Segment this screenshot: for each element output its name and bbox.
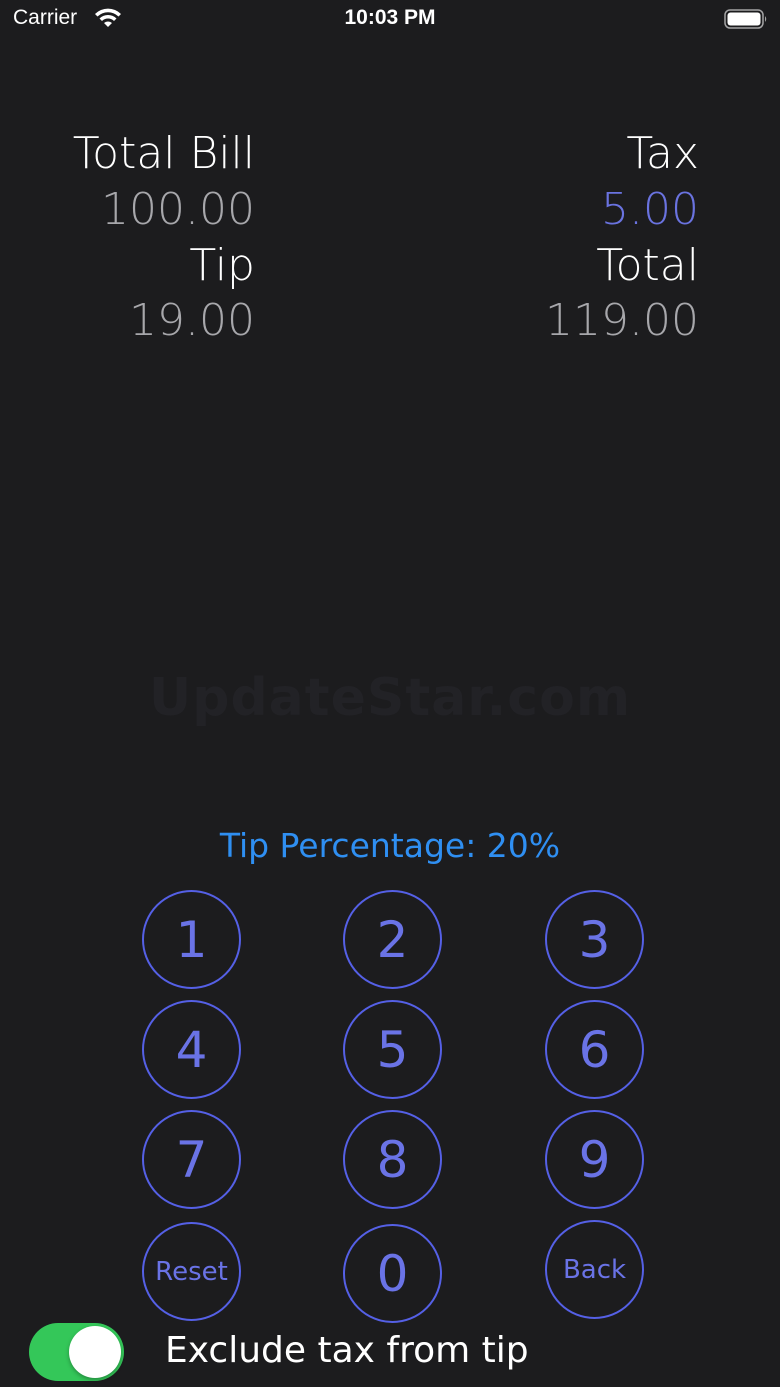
key-0[interactable]: 0 (343, 1224, 442, 1323)
tip-label: Tip (189, 240, 255, 291)
key-8[interactable]: 8 (343, 1110, 442, 1209)
key-6[interactable]: 6 (545, 1000, 644, 1099)
exclude-tax-toggle[interactable] (29, 1323, 124, 1381)
tip-value: 19.00 (129, 295, 255, 346)
status-bar: Carrier 10:03 PM (0, 0, 780, 40)
total-label: Total (596, 240, 699, 291)
total-bill-value[interactable]: 100.00 (101, 184, 255, 235)
key-1[interactable]: 1 (142, 890, 241, 989)
watermark: UpdateStar.com (149, 668, 631, 728)
toggle-knob (69, 1326, 121, 1378)
exclude-tax-label: Exclude tax from tip (165, 1330, 529, 1371)
tax-label: Tax (626, 128, 699, 179)
clock: 10:03 PM (344, 6, 436, 29)
total-value: 119.00 (545, 295, 699, 346)
key-2[interactable]: 2 (343, 890, 442, 989)
battery-icon (724, 9, 767, 29)
key-4[interactable]: 4 (142, 1000, 241, 1099)
key-9[interactable]: 9 (545, 1110, 644, 1209)
back-button[interactable]: Back (545, 1220, 644, 1319)
tip-percentage-label[interactable]: Tip Percentage: 20% (0, 826, 780, 865)
reset-button[interactable]: Reset (142, 1222, 241, 1321)
total-bill-label: Total Bill (72, 128, 255, 179)
key-3[interactable]: 3 (545, 890, 644, 989)
key-7[interactable]: 7 (142, 1110, 241, 1209)
key-5[interactable]: 5 (343, 1000, 442, 1099)
tax-value[interactable]: 5.00 (601, 184, 699, 235)
